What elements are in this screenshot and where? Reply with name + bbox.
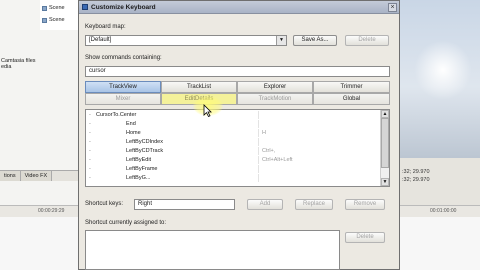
timecode-readout: :32; 29.970	[402, 177, 430, 183]
close-icon: ×	[390, 4, 395, 11]
command-name: LeftByCDTrack	[126, 148, 164, 154]
list-item[interactable]: edia	[0, 64, 40, 70]
ruler-timecode: 00:00:29:29	[38, 208, 65, 214]
command-name: LeftByEdit	[126, 157, 152, 163]
list-item[interactable]: - Home H	[86, 129, 381, 137]
timeline-ruler: 00:01:00:00	[400, 205, 480, 217]
timeline-ruler: 00:00:29:29	[0, 205, 78, 217]
tab-video-fx[interactable]: Video FX	[20, 171, 53, 181]
show-commands-label: Show commands containing:	[85, 55, 162, 61]
list-item[interactable]: - LeftByEdit Ctrl+Alt+Left	[86, 156, 381, 164]
list-item[interactable]: - LeftByFrame	[86, 165, 381, 173]
scroll-up-icon[interactable]: ▲	[381, 110, 389, 118]
command-keys: Ctrl+,	[262, 148, 276, 154]
tree-item[interactable]: Scene	[42, 4, 65, 12]
add-button[interactable]: Add	[247, 199, 283, 210]
list-item[interactable]: - CursorTo.Center	[86, 111, 381, 119]
tree-item[interactable]: Scene	[42, 16, 65, 24]
scene-icon	[42, 5, 47, 11]
command-keys: Ctrl+Alt+Left	[262, 157, 293, 163]
shortcut-keys-input[interactable]: Right	[134, 199, 235, 210]
tab-transitions[interactable]: tions	[0, 171, 21, 181]
command-search-input[interactable]: cursor	[85, 66, 390, 77]
scene-icon	[42, 17, 47, 23]
list-item[interactable]: - LeftByCDIndex	[86, 138, 381, 146]
tab-mixer[interactable]: Mixer	[85, 93, 161, 105]
tab-trimmer[interactable]: Trimmer	[313, 81, 390, 93]
scene-tree: Scene Scene	[40, 0, 80, 30]
remove-button[interactable]: Remove	[345, 199, 385, 210]
command-keys: H	[262, 130, 266, 136]
window-tabs: tions Video FX	[0, 170, 80, 181]
save-as-button[interactable]: Save As...	[293, 35, 337, 46]
command-name: LeftByCDIndex	[126, 139, 163, 145]
mouse-pointer-icon	[203, 104, 212, 117]
keyboard-map-select[interactable]: [Default] ▼	[85, 35, 287, 46]
timeline-area[interactable]	[400, 217, 480, 270]
assigned-commands-list[interactable]	[85, 230, 340, 270]
command-list[interactable]: - CursorTo.Center - End - Home H - LeftB…	[85, 109, 390, 187]
command-name: LeftByG...	[126, 175, 151, 181]
app-icon	[82, 4, 88, 10]
video-preview	[400, 0, 480, 158]
dialog-title: Customize Keyboard	[91, 3, 156, 11]
keyboard-map-label: Keyboard map:	[85, 24, 126, 30]
list-item[interactable]: - LeftByCDTrack Ctrl+,	[86, 147, 381, 155]
chevron-down-icon[interactable]: ▼	[276, 36, 286, 45]
scroll-thumb[interactable]	[381, 118, 389, 168]
dialog-titlebar[interactable]: Customize Keyboard	[79, 1, 399, 14]
list-item[interactable]: - LeftByG...	[86, 174, 381, 182]
timeline-area[interactable]	[0, 217, 78, 270]
tab-explorer[interactable]: Explorer	[237, 81, 313, 93]
tab-global[interactable]: Global	[313, 93, 390, 105]
delete-map-button[interactable]: Delete	[345, 35, 389, 46]
tab-trackmotion[interactable]: TrackMotion	[237, 93, 313, 105]
command-name: CursorTo.Center	[96, 112, 137, 118]
customize-keyboard-dialog: Customize Keyboard × Keyboard map: [Defa…	[78, 0, 400, 270]
command-name: LeftByFrame	[126, 166, 158, 172]
preview-info-panel	[400, 158, 480, 208]
scroll-down-icon[interactable]: ▼	[381, 178, 389, 186]
media-list: Camtasia files edia	[0, 58, 40, 70]
vertical-scrollbar[interactable]: ▲ ▼	[380, 110, 389, 186]
tab-trackview[interactable]: TrackView	[85, 81, 161, 93]
command-name: Home	[126, 130, 141, 136]
ruler-timecode: 00:01:00:00	[430, 208, 457, 214]
delete-shortcut-button[interactable]: Delete	[345, 232, 385, 243]
command-name: End	[126, 121, 136, 127]
keyboard-map-value: [Default]	[89, 37, 112, 43]
list-item[interactable]: - End	[86, 120, 381, 128]
assigned-label: Shortcut currently assigned to:	[85, 220, 167, 226]
shortcut-keys-label: Shortcut keys:	[85, 201, 124, 207]
timecode-readout: :32; 29.970	[402, 169, 430, 175]
tab-tracklist[interactable]: TrackList	[161, 81, 237, 93]
context-tabs: TrackView TrackList Explorer Trimmer Mix…	[85, 81, 390, 105]
close-button[interactable]: ×	[388, 3, 397, 12]
replace-button[interactable]: Replace	[295, 199, 333, 210]
